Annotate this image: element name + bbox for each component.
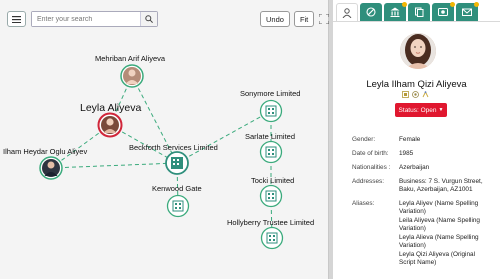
notification-dot <box>402 2 407 7</box>
field-value: Business: 7 S. Vurgun Street, Baku, Azer… <box>399 178 483 193</box>
status-label: Status: Open <box>398 106 437 114</box>
fit-button[interactable]: Fit <box>293 11 315 27</box>
detail-row-dob: Date of birth: 1985 <box>352 150 497 158</box>
field-label: Aliases: <box>352 200 375 207</box>
alias-item: Leila Aliyeva (Name Spelling Variation) <box>399 217 480 232</box>
app-window: Mehriban Arif Aliyeva Leyla Aliyeva Ilha… <box>0 0 500 279</box>
profile-name: Leyla Ilham Qizi Aliyeva <box>366 79 467 90</box>
field-value: Azerbaijan <box>399 164 430 171</box>
bank-icon <box>390 7 400 17</box>
alias-item: Leyla Qizi Aliyeva (Original Script Name… <box>399 251 476 266</box>
caret-down-icon: ▼ <box>438 107 444 113</box>
node-hollyberry[interactable] <box>260 226 284 250</box>
node-label-hollyberry: Hollyberry Trustee Limited <box>227 218 315 227</box>
hamburger-icon <box>12 15 21 23</box>
fullscreen-button[interactable] <box>318 13 330 25</box>
document-icon <box>415 7 424 17</box>
detail-row-gender: Gender: Female <box>352 136 497 144</box>
tab-mail[interactable] <box>456 2 479 21</box>
field-label: Date of birth: <box>352 150 389 157</box>
tab-documents[interactable] <box>408 3 430 21</box>
tab-blocked[interactable] <box>360 3 382 21</box>
graph-toolbar-left <box>7 11 158 27</box>
field-value: Female <box>399 136 421 143</box>
tab-person[interactable] <box>336 3 358 21</box>
tab-media[interactable] <box>432 2 455 21</box>
graph-panel[interactable]: Mehriban Arif Aliyeva Leyla Aliyeva Ilha… <box>0 0 330 279</box>
detail-row-aliases: Aliases: Leyla Aliyev (Name Spelling Var… <box>352 200 497 268</box>
status-dropdown[interactable]: Status: Open ▼ <box>395 103 447 117</box>
field-value: 1985 <box>399 150 414 157</box>
person-icon <box>342 7 352 18</box>
node-label-mehriban: Mehriban Arif Aliyeva <box>95 54 166 63</box>
tab-institution[interactable] <box>384 2 407 21</box>
detail-row-address: Addresses: Business: 7 S. Vurgun Street,… <box>352 178 497 194</box>
node-label-tocki: Tocki Limited <box>251 176 295 185</box>
node-mehriban[interactable] <box>120 64 144 88</box>
avatar <box>400 33 436 69</box>
node-tocki[interactable] <box>259 184 283 208</box>
profile-tabs <box>333 2 500 21</box>
field-label: Nationalities : <box>352 164 391 171</box>
undo-button[interactable]: Undo <box>260 11 290 27</box>
search-button[interactable] <box>140 12 157 26</box>
node-label-leyla: Leyla Aliyeva <box>80 102 142 114</box>
profile-panel: Leyla Ilham Qizi Aliyeva Status: Open ▼ … <box>333 0 500 279</box>
aliases-list: Leyla Aliyev (Name Spelling Variation) L… <box>399 200 489 268</box>
graph-edges <box>50 75 273 239</box>
node-sonymore[interactable] <box>259 99 283 123</box>
search-icon <box>145 15 153 23</box>
graph-toolbar-right: Undo Fit <box>260 11 330 27</box>
field-label: Gender: <box>352 136 376 143</box>
tab-divider <box>333 21 500 22</box>
alias-item: Leyla Aliyev (Name Spelling Variation) <box>399 200 479 215</box>
sanction-icon <box>412 91 419 98</box>
node-sarlate[interactable] <box>259 140 283 164</box>
detail-row-nationality: Nationalities : Azerbaijan <box>352 164 497 172</box>
node-label-kenwood: Kenwood Gate <box>152 184 202 193</box>
notification-dot <box>450 2 455 7</box>
node-label-ilham: Ilham Heydar Oglu Aliyev <box>3 147 88 156</box>
profile-flags <box>402 91 429 98</box>
notification-dot <box>474 2 479 7</box>
search-input[interactable] <box>32 12 140 26</box>
node-beckforth[interactable] <box>165 151 189 175</box>
mail-icon <box>462 8 472 16</box>
node-leyla[interactable] <box>97 112 123 138</box>
expand-icon <box>319 14 330 24</box>
search-box <box>31 11 158 27</box>
alias-item: Leyla Alieva (Name Spelling Variation) <box>399 234 479 249</box>
media-icon <box>438 8 448 16</box>
profile-photo <box>400 33 436 69</box>
profile-details: Gender: Female Date of birth: 1985 Natio… <box>352 136 497 274</box>
node-label-beckforth: Beckforth Services Limited <box>129 143 218 152</box>
menu-button[interactable] <box>7 11 26 27</box>
edge-ilham-beckforth <box>50 162 178 169</box>
field-label: Addresses: <box>352 178 384 185</box>
node-kenwood[interactable] <box>166 194 190 218</box>
blocked-icon <box>366 7 376 17</box>
relationship-icon <box>422 91 429 98</box>
node-label-sonymore: Sonymore Limited <box>240 89 301 98</box>
node-label-sarlate: Sarlate Limited <box>245 132 296 141</box>
pep-icon <box>402 91 409 98</box>
node-ilham[interactable] <box>39 156 63 180</box>
